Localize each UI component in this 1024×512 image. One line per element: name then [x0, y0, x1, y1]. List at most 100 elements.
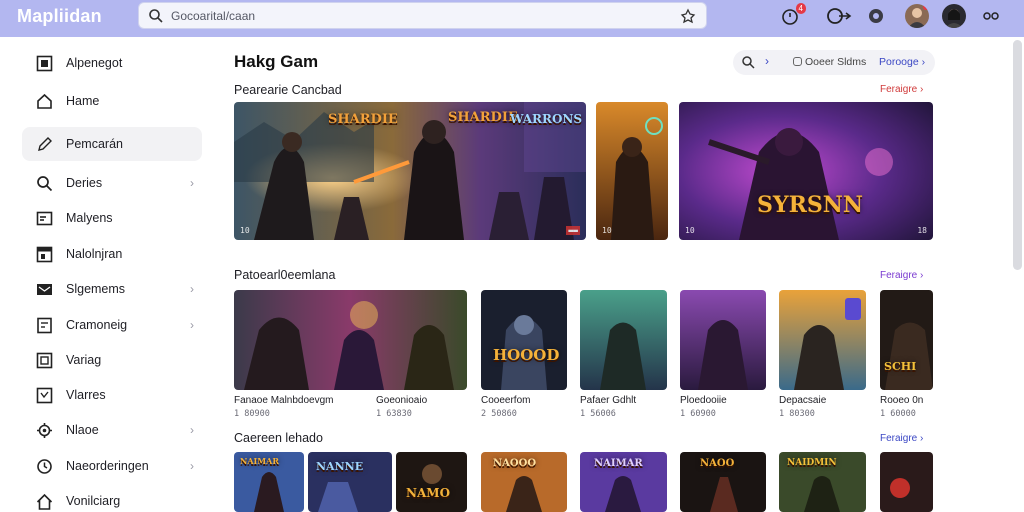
game-artwork	[596, 102, 668, 240]
tile-subtitle: 1 80300	[779, 409, 815, 419]
recent-tile-7[interactable]: NAIDMIN	[779, 452, 866, 512]
game-artwork	[679, 102, 933, 240]
search-icon[interactable]	[741, 55, 755, 69]
chevron-right-icon: ›	[190, 423, 194, 437]
game-artwork	[779, 290, 866, 390]
calendar-icon	[36, 211, 53, 226]
featured-card-2[interactable]: 10	[596, 102, 668, 240]
tile-subtitle: 1 56006	[580, 409, 616, 419]
sidebar-item-pemcaran[interactable]: Pemcarán	[22, 127, 202, 161]
tile-title: Rooeo 0n	[880, 395, 924, 406]
featured-card-3[interactable]: SYRSNN 10 18	[679, 102, 933, 240]
pen-icon	[38, 137, 52, 151]
notifications-icon[interactable]: 4	[780, 3, 806, 26]
sidebar-item-slgemems[interactable]: Slgemems ›	[22, 272, 202, 306]
sidebar-item-deries[interactable]: Deries ›	[22, 166, 202, 200]
recent-tile-8[interactable]	[880, 452, 933, 512]
pin-icon[interactable]	[680, 8, 696, 24]
chevron-right-icon[interactable]: ›	[765, 54, 769, 68]
sidebar-item-malyens[interactable]: Malyens	[22, 201, 202, 235]
game-artwork	[680, 290, 766, 390]
doc-icon	[37, 317, 52, 334]
recent-see-all-link[interactable]: Feraigre ›	[880, 433, 923, 444]
scrollbar[interactable]	[1013, 40, 1022, 270]
chevron-right-icon: ›	[190, 282, 194, 296]
sidebar-item-nlaoe[interactable]: Nlaoe ›	[22, 413, 202, 447]
top-bar: Mapliidan Gocoarital/caan 4	[0, 0, 1024, 37]
game-artwork	[396, 452, 467, 512]
recent-tile-5[interactable]: NAIMAR	[580, 452, 667, 512]
home-icon	[37, 93, 52, 109]
featured-see-all-link[interactable]: Feraigre ›	[880, 84, 923, 95]
board-icon	[36, 246, 53, 263]
section-title-featured: Pearearie Cancbad	[234, 83, 342, 97]
featured-card-1[interactable]: SHARDIE SHARDIE WARRONS 10 ▬▬	[234, 102, 586, 240]
settings-icon[interactable]	[866, 6, 886, 26]
game-artwork	[580, 290, 667, 390]
recent-tile-6[interactable]: NAOO	[680, 452, 766, 512]
sidebar-item-cramoneig[interactable]: Cramoneig ›	[22, 308, 202, 342]
mail-icon	[37, 284, 52, 295]
sidebar-item-vonilciarg[interactable]: Vonilciarg	[22, 484, 202, 512]
recent-tile-3[interactable]: NAMO	[396, 452, 467, 512]
tile-subtitle: 1 63830	[376, 409, 412, 419]
tile-title: Goeonioaio	[376, 395, 428, 406]
status-dot	[923, 4, 929, 10]
search-icon	[149, 9, 163, 23]
avatar[interactable]	[905, 4, 929, 28]
recent-tile-2[interactable]: NANNE	[308, 452, 392, 512]
chevron-right-icon: ›	[190, 318, 194, 332]
flag-badge: ▬▬	[566, 226, 580, 235]
tile-subtitle: 1 80900	[234, 409, 270, 419]
house-icon	[36, 493, 53, 510]
sidebar: Alpenegot Hame Pemcarán Deries › Malyens…	[0, 37, 215, 512]
search-icon	[37, 176, 53, 192]
filter-bar: › Ooeer Sldms Porooge ›	[733, 50, 935, 75]
game-tile-2[interactable]: HOOOD	[481, 290, 567, 390]
game-artwork	[481, 290, 567, 390]
recent-tile-1[interactable]: NAIMAR	[234, 452, 304, 512]
page-title: Hakg Gam	[234, 52, 319, 71]
sidebar-item-vlarres[interactable]: Vlarres	[22, 378, 202, 412]
tile-subtitle: 2 50860	[481, 409, 517, 419]
sidebar-item-nalolnjran[interactable]: Nalolnjran	[22, 237, 202, 271]
tile-subtitle: 1 60900	[680, 409, 716, 419]
filter-link[interactable]: Porooge ›	[879, 56, 925, 68]
search-input[interactable]: Gocoarital/caan	[171, 9, 255, 23]
game-tile-5[interactable]	[779, 290, 866, 390]
profile-avatar[interactable]	[942, 4, 966, 28]
search-bar[interactable]: Gocoarital/caan	[138, 2, 707, 29]
clock-icon	[37, 459, 52, 474]
window-icon	[36, 387, 53, 404]
notification-badge: 4	[795, 3, 806, 14]
sidebar-item-variag[interactable]: Variag	[22, 343, 202, 377]
popular-see-all-link[interactable]: Feraigre ›	[880, 270, 923, 281]
sidebar-item-naeorderingen[interactable]: Naeorderingen ›	[22, 449, 202, 483]
game-tile-1[interactable]	[234, 290, 467, 390]
grid-icon	[36, 55, 53, 72]
tile-subtitle: 1 60000	[880, 409, 916, 419]
recent-tile-4[interactable]: NAOOO	[481, 452, 567, 512]
game-tile-4[interactable]	[680, 290, 766, 390]
game-artwork	[234, 290, 467, 390]
sidebar-item-hame[interactable]: Hame	[22, 84, 202, 118]
chevron-right-icon: ›	[190, 459, 194, 473]
tile-title: Cooeerfom	[481, 395, 531, 406]
checkbox-icon	[793, 57, 802, 66]
section-title-recent: Caereen lehado	[234, 431, 323, 445]
section-title-popular: Patoearl0eemlana	[234, 268, 336, 282]
messages-icon[interactable]	[826, 6, 852, 26]
game-artwork	[880, 452, 933, 512]
gear-icon	[37, 423, 52, 438]
app-logo[interactable]: Mapliidan	[17, 6, 102, 27]
card-counter: 18	[917, 226, 927, 235]
chevron-right-icon: ›	[190, 176, 194, 190]
game-tile-6[interactable]: SCHI	[880, 290, 933, 390]
box-icon	[36, 352, 53, 369]
game-tile-3[interactable]	[580, 290, 667, 390]
tile-title: Fanaoe Malnbdoevgm	[234, 395, 334, 406]
more-icon[interactable]	[982, 6, 1000, 26]
sidebar-item-alpenegot[interactable]: Alpenegot	[22, 46, 202, 80]
filter-pill[interactable]: Ooeer Sldms	[793, 56, 866, 68]
tile-title: Ploedooiie	[680, 395, 727, 406]
